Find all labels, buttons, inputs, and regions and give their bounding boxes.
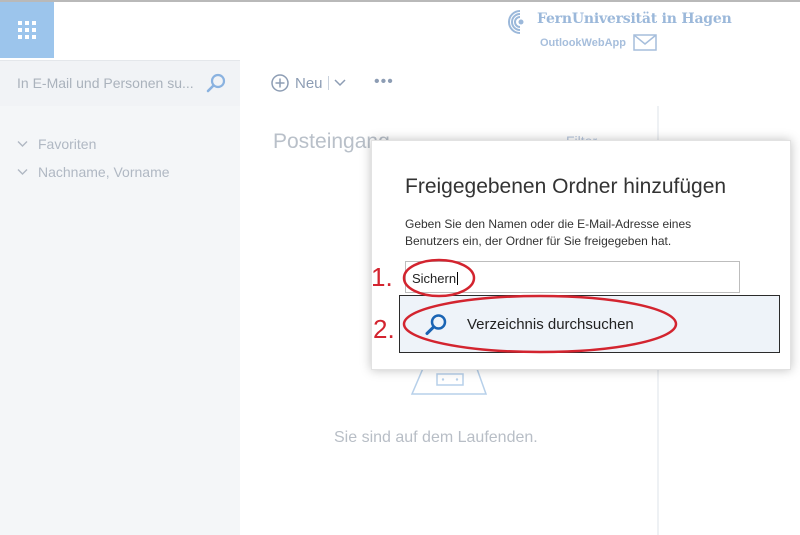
- directory-search-suggestion[interactable]: Verzeichnis durchsuchen: [399, 295, 780, 353]
- empty-state-text: Sie sind auf dem Laufenden.: [334, 429, 538, 446]
- brand-header: FernUniversität in Hagen OutlookWebApp: [505, 6, 732, 56]
- chevron-down-icon: [17, 169, 28, 175]
- folder-favorites[interactable]: Favoriten: [17, 136, 96, 152]
- new-button-label: Neu: [295, 74, 323, 92]
- envelope-icon: [633, 34, 657, 51]
- suggestion-label: Verzeichnis durchsuchen: [467, 316, 634, 333]
- folder-mailbox[interactable]: Nachname, Vorname: [17, 164, 170, 180]
- annotation-step-1: 1.: [371, 262, 393, 292]
- waffle-icon: [18, 21, 36, 39]
- plus-circle-icon: [271, 74, 289, 92]
- folder-label: Favoriten: [38, 136, 97, 152]
- top-border: [0, 0, 800, 2]
- brand-name: FernUniversität in Hagen: [537, 11, 732, 27]
- search-bar[interactable]: In E-Mail und Personen su...: [0, 60, 240, 107]
- folder-pane: Favoriten Nachname, Vorname: [0, 106, 240, 535]
- new-button[interactable]: Neu: [270, 71, 346, 95]
- search-input[interactable]: In E-Mail und Personen su...: [17, 75, 194, 91]
- annotation-step-2: 2.: [373, 314, 395, 344]
- more-options-button[interactable]: •••: [374, 73, 394, 91]
- folder-label: Nachname, Vorname: [38, 164, 170, 180]
- toolbar: Neu •••: [240, 60, 800, 106]
- search-icon: [425, 314, 447, 335]
- dialog-title: Freigegebenen Ordner hinzufügen: [405, 175, 727, 198]
- chevron-down-icon[interactable]: [334, 78, 346, 88]
- app-launcher-button[interactable]: [0, 2, 54, 58]
- text-caret: [457, 272, 459, 285]
- chevron-down-icon: [17, 141, 28, 147]
- university-logo-icon: [508, 10, 524, 34]
- dialog-description: Geben Sie den Namen oder die E-Mail-Adre…: [405, 217, 692, 248]
- input-value: Sichern: [412, 271, 457, 286]
- user-name-input[interactable]: Sichern: [405, 261, 740, 293]
- brand-subtitle: OutlookWebApp: [540, 37, 626, 49]
- new-button-separator: [327, 76, 329, 90]
- search-icon[interactable]: [205, 72, 227, 94]
